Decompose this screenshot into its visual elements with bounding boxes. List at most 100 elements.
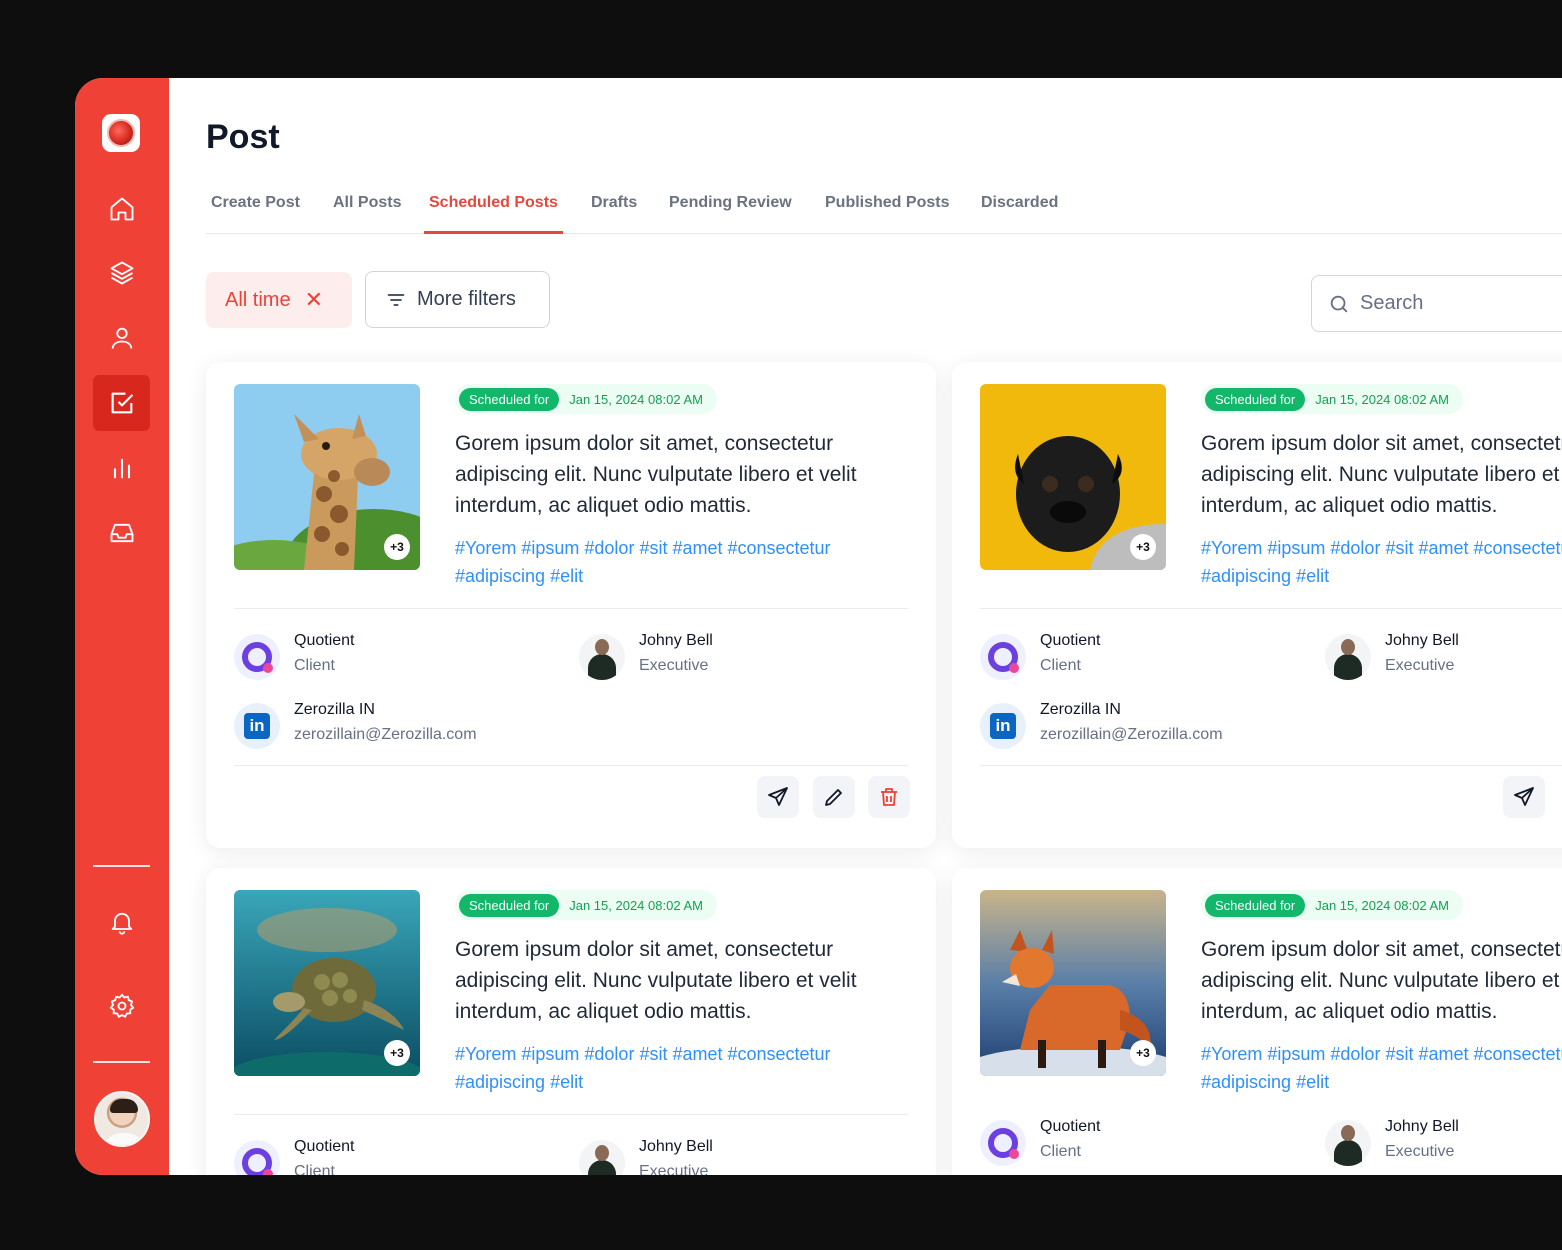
post-text: Gorem ipsum dolor sit amet, consectetur … xyxy=(455,938,857,1023)
client-role: Client xyxy=(1040,1143,1081,1160)
scheduled-badge: Scheduled for Jan 15, 2024 08:02 AM xyxy=(455,890,717,920)
filter-lines-icon xyxy=(387,293,405,306)
search-placeholder: Search xyxy=(1360,292,1424,314)
executive-info: Johny Bell Executive xyxy=(579,632,879,682)
tab-pending-review[interactable]: Pending Review xyxy=(664,194,797,234)
tab-bar: Create Post All Posts Scheduled Posts Dr… xyxy=(206,190,1562,234)
more-images-badge: +3 xyxy=(384,534,410,560)
tab-all-posts[interactable]: All Posts xyxy=(328,194,406,234)
executive-name: Johny Bell xyxy=(639,1138,713,1155)
executive-role: Executive xyxy=(1385,1143,1455,1160)
account-name: Zerozilla IN xyxy=(1040,701,1121,718)
scheduled-label: Scheduled for xyxy=(459,893,560,917)
sidebar xyxy=(75,78,169,1175)
nav-layers[interactable] xyxy=(93,245,150,301)
client-info: Quotient Client xyxy=(980,1118,1280,1168)
send-icon xyxy=(768,787,788,806)
pencil-icon xyxy=(825,789,842,806)
executive-avatar xyxy=(1325,634,1371,680)
divider xyxy=(234,765,908,766)
scheduled-label: Scheduled for xyxy=(1205,387,1306,411)
trash-icon xyxy=(881,788,897,806)
scheduled-badge: Scheduled for Jan 15, 2024 08:02 AM xyxy=(1201,890,1463,920)
nav-inbox[interactable] xyxy=(93,505,150,561)
linkedin-icon: in xyxy=(234,703,280,749)
client-info: Quotient Client xyxy=(980,632,1280,682)
divider xyxy=(234,1114,908,1115)
filter-chip-all-time[interactable]: All time ✕ xyxy=(206,272,352,328)
gear-icon xyxy=(109,993,134,1018)
send-button[interactable] xyxy=(757,776,799,818)
tab-create-post[interactable]: Create Post xyxy=(206,194,305,234)
more-filters-button[interactable]: More filters xyxy=(365,271,550,328)
executive-info: Johny Bell Executive xyxy=(1325,1118,1562,1168)
executive-name: Johny Bell xyxy=(639,632,713,649)
nav-analytics[interactable] xyxy=(93,440,150,496)
more-images-badge: +3 xyxy=(1130,1040,1156,1066)
search-input[interactable]: Search xyxy=(1311,275,1562,332)
close-icon[interactable]: ✕ xyxy=(305,287,323,313)
nav-users[interactable] xyxy=(93,310,150,366)
app-window: Post Create Post All Posts Scheduled Pos… xyxy=(75,78,1562,1175)
nav-posts[interactable] xyxy=(93,375,150,431)
scheduled-badge: Scheduled for Jan 15, 2024 08:02 AM xyxy=(455,384,717,414)
tab-scheduled-posts[interactable]: Scheduled Posts xyxy=(424,194,563,234)
client-name: Quotient xyxy=(294,1138,355,1155)
post-hashtags[interactable]: #Yorem #ipsum #dolor #sit #amet #consect… xyxy=(455,1040,905,1096)
client-role: Client xyxy=(294,1163,335,1175)
more-images-badge: +3 xyxy=(384,1040,410,1066)
nav-home[interactable] xyxy=(93,181,150,237)
executive-avatar xyxy=(1325,1120,1371,1166)
app-logo[interactable] xyxy=(102,114,140,152)
executive-info: Johny Bell Executive xyxy=(1325,632,1562,682)
send-button[interactable] xyxy=(1503,776,1545,818)
client-info: Quotient Client xyxy=(234,632,534,682)
delete-button[interactable] xyxy=(868,776,910,818)
quotient-logo xyxy=(980,1120,1026,1166)
send-icon xyxy=(1514,787,1534,806)
user-avatar[interactable] xyxy=(94,1091,150,1147)
client-role: Client xyxy=(1040,657,1081,674)
inbox-icon xyxy=(110,523,133,543)
tab-discarded[interactable]: Discarded xyxy=(976,194,1063,234)
post-card[interactable]: +3 Scheduled for Jan 15, 2024 08:02 AM G… xyxy=(206,868,936,1175)
client-name: Quotient xyxy=(1040,1118,1101,1135)
post-text: Gorem ipsum dolor sit amet, consectetur … xyxy=(1201,432,1562,517)
client-role: Client xyxy=(294,657,335,674)
nav-notifications[interactable] xyxy=(93,894,150,950)
tab-drafts[interactable]: Drafts xyxy=(586,194,642,234)
post-text: Gorem ipsum dolor sit amet, consectetur … xyxy=(455,432,857,517)
account-email: zerozillain@Zerozilla.com xyxy=(1040,726,1223,743)
post-hashtags[interactable]: #Yorem #ipsum #dolor #sit #amet #consect… xyxy=(455,534,905,590)
executive-name: Johny Bell xyxy=(1385,632,1459,649)
post-image-turtle[interactable]: +3 xyxy=(234,890,420,1076)
tab-published-posts[interactable]: Published Posts xyxy=(820,194,954,234)
post-image-giraffe[interactable]: +3 xyxy=(234,384,420,570)
divider xyxy=(234,608,908,609)
scheduled-label: Scheduled for xyxy=(459,387,560,411)
client-info: Quotient Client xyxy=(234,1138,534,1175)
post-card[interactable]: +3 Scheduled for Jan 15, 2024 08:02 AM G… xyxy=(952,362,1562,848)
linkedin-icon: in xyxy=(980,703,1026,749)
executive-role: Executive xyxy=(639,657,709,674)
scheduled-date: Jan 15, 2024 08:02 AM xyxy=(569,391,703,407)
post-hashtags[interactable]: #Yorem #ipsum #dolor #sit #amet #consect… xyxy=(1201,1040,1562,1096)
nav-settings[interactable] xyxy=(93,978,150,1034)
sidebar-divider xyxy=(93,865,150,867)
post-image-fox[interactable]: +3 xyxy=(980,890,1166,1076)
edit-button[interactable] xyxy=(813,776,855,818)
post-card[interactable]: +3 Scheduled for Jan 15, 2024 08:02 AM G… xyxy=(952,868,1562,1175)
post-hashtags[interactable]: #Yorem #ipsum #dolor #sit #amet #consect… xyxy=(1201,534,1562,590)
post-card[interactable]: +3 Scheduled for Jan 15, 2024 08:02 AM G… xyxy=(206,362,936,848)
executive-name: Johny Bell xyxy=(1385,1118,1459,1135)
post-image-pug[interactable]: +3 xyxy=(980,384,1166,570)
client-name: Quotient xyxy=(1040,632,1101,649)
home-icon xyxy=(110,197,133,221)
bar-chart-icon xyxy=(113,458,130,479)
search-icon xyxy=(1330,295,1348,312)
account-email: zerozillain@Zerozilla.com xyxy=(294,726,477,743)
executive-role: Executive xyxy=(639,1163,709,1175)
filter-chip-label: All time xyxy=(225,288,291,311)
post-text: Gorem ipsum dolor sit amet, consectetur … xyxy=(1201,938,1562,1023)
executive-avatar xyxy=(579,1140,625,1175)
